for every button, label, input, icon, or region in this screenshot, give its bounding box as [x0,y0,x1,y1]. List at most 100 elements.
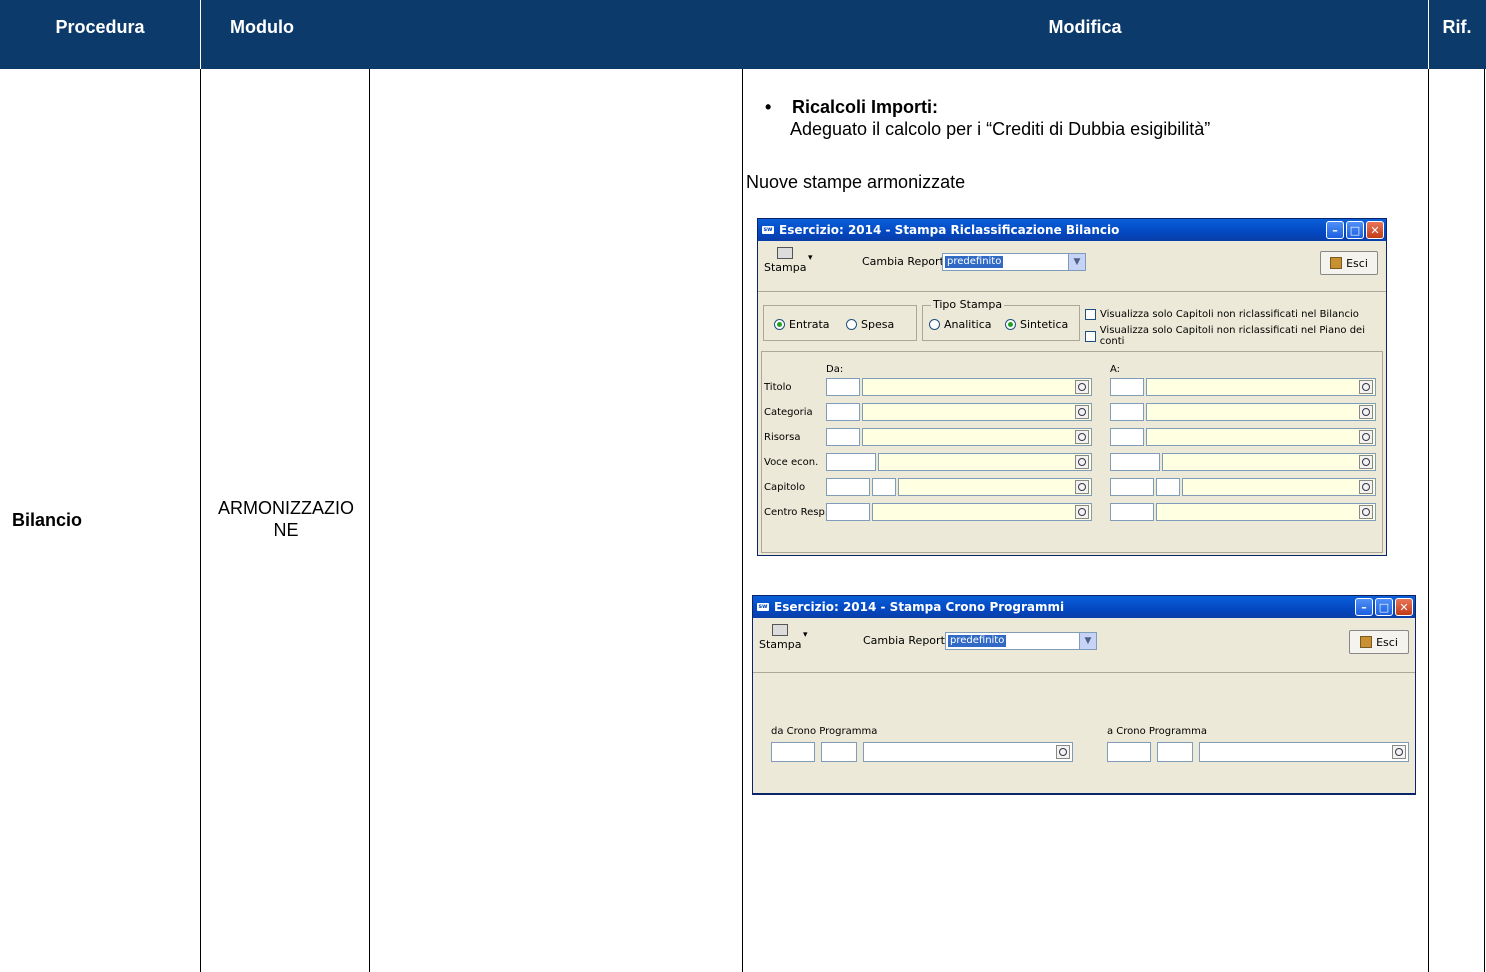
column-divider [1428,69,1429,972]
voce-da-code[interactable] [826,453,876,471]
da-crono-num[interactable] [821,742,857,762]
search-icon[interactable] [1075,455,1089,469]
centro-da-desc[interactable] [872,503,1092,521]
maximize-button[interactable]: □ [1346,221,1364,239]
capitolo-da-code[interactable] [826,478,870,496]
column-divider [742,69,743,972]
window-crono-programmi: sw Esercizio: 2014 - Stampa Crono Progra… [752,595,1416,795]
capitolo-da-desc[interactable] [898,478,1092,496]
minimize-button[interactable]: – [1326,221,1344,239]
window-title: Esercizio: 2014 - Stampa Crono Programmi [774,600,1065,614]
cambia-report-label: Cambia Report [862,255,944,268]
radio-sintetica[interactable]: Sintetica [1005,318,1068,331]
search-icon[interactable] [1075,405,1089,419]
risorsa-da-desc[interactable] [862,428,1092,446]
radio-spesa[interactable]: Spesa [846,318,894,331]
da-crono-label: da Crono Programma [771,726,878,737]
search-icon[interactable] [1359,505,1373,519]
bullet-title: • Ricalcoli Importi: [765,97,939,117]
a-crono-code[interactable] [1107,742,1151,762]
categoria-a-code[interactable] [1110,403,1144,421]
search-icon[interactable] [1075,430,1089,444]
door-icon [1330,257,1343,269]
da-crono-desc[interactable] [863,742,1073,762]
centro-da-code[interactable] [826,503,870,521]
header-rif: Rif. [1442,17,1472,37]
risorsa-a-desc[interactable] [1146,428,1376,446]
voce-da-desc[interactable] [878,453,1092,471]
row-label: Voce econ. [764,457,819,468]
search-icon[interactable] [1056,745,1070,759]
minimize-button[interactable]: – [1355,598,1373,616]
risorsa-da-code[interactable] [826,428,860,446]
centro-a-code[interactable] [1110,503,1154,521]
header-divider [1428,0,1429,69]
capitolo-a-art[interactable] [1156,478,1180,496]
categoria-a-desc[interactable] [1146,403,1376,421]
row-label: Centro Resp. [764,507,828,518]
maximize-button[interactable]: □ [1375,598,1393,616]
section-title: Nuove stampe armonizzate [746,172,966,192]
modulo-value: ARMONIZZAZIO NE [204,497,368,541]
report-select[interactable]: predefinito ▼ [945,632,1097,650]
centro-a-desc[interactable] [1156,503,1376,521]
risorsa-a-code[interactable] [1110,428,1144,446]
search-icon[interactable] [1392,745,1406,759]
search-icon[interactable] [1075,380,1089,394]
checkbox-piano-conti[interactable]: Visualizza solo Capitoli non riclassific… [1085,325,1386,347]
da-label: Da: [826,364,844,375]
capitolo-da-art[interactable] [872,478,896,496]
titolo-da-code[interactable] [826,378,860,396]
chevron-down-icon[interactable]: ▼ [1079,633,1096,649]
tipo-stampa-label: Tipo Stampa [931,298,1005,311]
report-select[interactable]: predefinito ▼ [942,253,1086,271]
a-crono-num[interactable] [1157,742,1193,762]
titolo-a-code[interactable] [1110,378,1144,396]
column-divider [200,69,201,972]
close-button[interactable]: ✕ [1395,598,1413,616]
categoria-da-code[interactable] [826,403,860,421]
esci-button[interactable]: Esci [1320,251,1378,275]
chevron-down-icon[interactable]: ▾ [808,253,813,263]
voce-a-desc[interactable] [1162,453,1376,471]
window-titlebar[interactable]: sw Esercizio: 2014 - Stampa Crono Progra… [753,596,1415,618]
filter-panel: Da: A: Titolo Categoria Risorsa Voce eco… [761,351,1383,553]
close-button[interactable]: ✕ [1366,221,1384,239]
tipo-entrata-group: Entrata Spesa [763,305,917,341]
capitolo-a-code[interactable] [1110,478,1154,496]
search-icon[interactable] [1359,405,1373,419]
titolo-a-desc[interactable] [1146,378,1376,396]
modulo-line: NE [273,520,299,540]
tipo-stampa-group: Tipo Stampa Analitica Sintetica [922,298,1080,341]
search-icon[interactable] [1359,455,1373,469]
stampa-button[interactable]: Stampa [759,624,801,651]
search-icon[interactable] [1359,380,1373,394]
checkbox-bilancio[interactable]: Visualizza solo Capitoli non riclassific… [1085,309,1359,320]
titolo-da-desc[interactable] [862,378,1092,396]
radio-entrata[interactable]: Entrata [774,318,830,331]
search-icon[interactable] [1359,430,1373,444]
row-label: Categoria [764,407,813,418]
row-label: Titolo [764,382,792,393]
voce-a-code[interactable] [1110,453,1160,471]
header-modulo: Modulo [230,17,294,37]
capitolo-a-desc[interactable] [1182,478,1376,496]
radio-analitica[interactable]: Analitica [929,318,992,331]
a-crono-desc[interactable] [1199,742,1409,762]
window-title: Esercizio: 2014 - Stampa Riclassificazio… [779,223,1120,237]
printer-icon [777,247,794,259]
modulo-line: ARMONIZZAZIO [218,498,354,518]
a-crono-label: a Crono Programma [1107,726,1207,737]
da-crono-code[interactable] [771,742,815,762]
header-modifica: Modifica [1048,17,1122,37]
esci-button[interactable]: Esci [1349,630,1409,654]
chevron-down-icon[interactable]: ▾ [803,630,808,640]
search-icon[interactable] [1075,480,1089,494]
window-titlebar[interactable]: sw Esercizio: 2014 - Stampa Riclassifica… [758,219,1386,241]
categoria-da-desc[interactable] [862,403,1092,421]
search-icon[interactable] [1359,480,1373,494]
window-riclassificazione: sw Esercizio: 2014 - Stampa Riclassifica… [757,218,1387,556]
search-icon[interactable] [1075,505,1089,519]
chevron-down-icon[interactable]: ▼ [1068,254,1085,270]
stampa-button[interactable]: Stampa [764,247,806,274]
